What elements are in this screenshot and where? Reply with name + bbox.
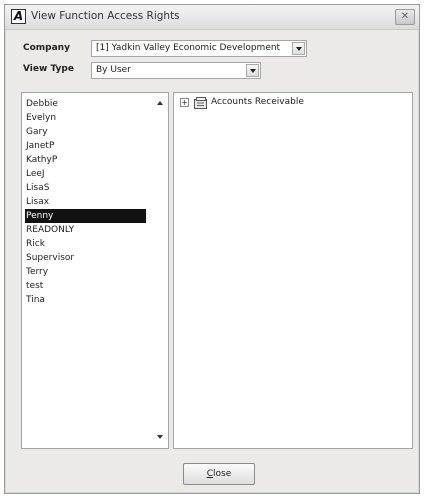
chevron-down-icon[interactable]	[292, 42, 305, 55]
company-dropdown[interactable]: [1] Yadkin Valley Economic Development	[91, 40, 307, 57]
function-tree[interactable]: + Accounts Receivable	[173, 92, 413, 449]
close-button[interactable]: Close	[183, 463, 255, 485]
scroll-up-arrow-icon[interactable]	[157, 101, 163, 105]
chevron-down-icon[interactable]	[246, 64, 259, 77]
list-item[interactable]: Evelyn	[25, 111, 56, 125]
list-item[interactable]: Rick	[25, 237, 45, 251]
dialog-window: A View Function Access Rights ✕ Company …	[4, 4, 420, 494]
list-item[interactable]: LeeJ	[25, 167, 45, 181]
window-title: View Function Access Rights	[31, 10, 180, 22]
list-item[interactable]: READONLY	[25, 223, 74, 237]
list-item[interactable]: test	[25, 279, 43, 293]
list-item[interactable]: Debbie	[25, 97, 58, 111]
list-item[interactable]: Supervisor	[25, 251, 74, 265]
tree-node-accounts-receivable[interactable]: Accounts Receivable	[211, 97, 304, 107]
scroll-down-arrow-icon[interactable]	[157, 435, 163, 439]
view-type-label: View Type	[23, 64, 74, 74]
list-item[interactable]: JanetP	[25, 139, 54, 153]
company-label: Company	[23, 43, 70, 53]
company-value: [1] Yadkin Valley Economic Development	[96, 43, 281, 53]
view-type-value: By User	[96, 65, 131, 75]
list-item-selected[interactable]: Penny	[25, 209, 146, 223]
list-item[interactable]: Lisax	[25, 195, 49, 209]
folder-icon	[194, 97, 207, 109]
list-item[interactable]: LisaS	[25, 181, 49, 195]
close-window-button[interactable]: ✕	[395, 9, 415, 25]
expand-toggle[interactable]: +	[180, 98, 189, 107]
list-item[interactable]: Gary	[25, 125, 48, 139]
vertical-scrollbar[interactable]	[154, 93, 168, 448]
list-item[interactable]: Terry	[25, 265, 48, 279]
app-icon: A	[11, 9, 26, 24]
close-button-label: lose	[213, 469, 232, 479]
user-list[interactable]: Debbie Evelyn Gary JanetP KathyP LeeJ Li…	[21, 92, 169, 449]
title-bar[interactable]: A View Function Access Rights ✕	[5, 5, 419, 30]
list-item[interactable]: Tina	[25, 293, 45, 307]
list-item[interactable]: KathyP	[25, 153, 57, 167]
view-type-dropdown[interactable]: By User	[91, 62, 261, 79]
